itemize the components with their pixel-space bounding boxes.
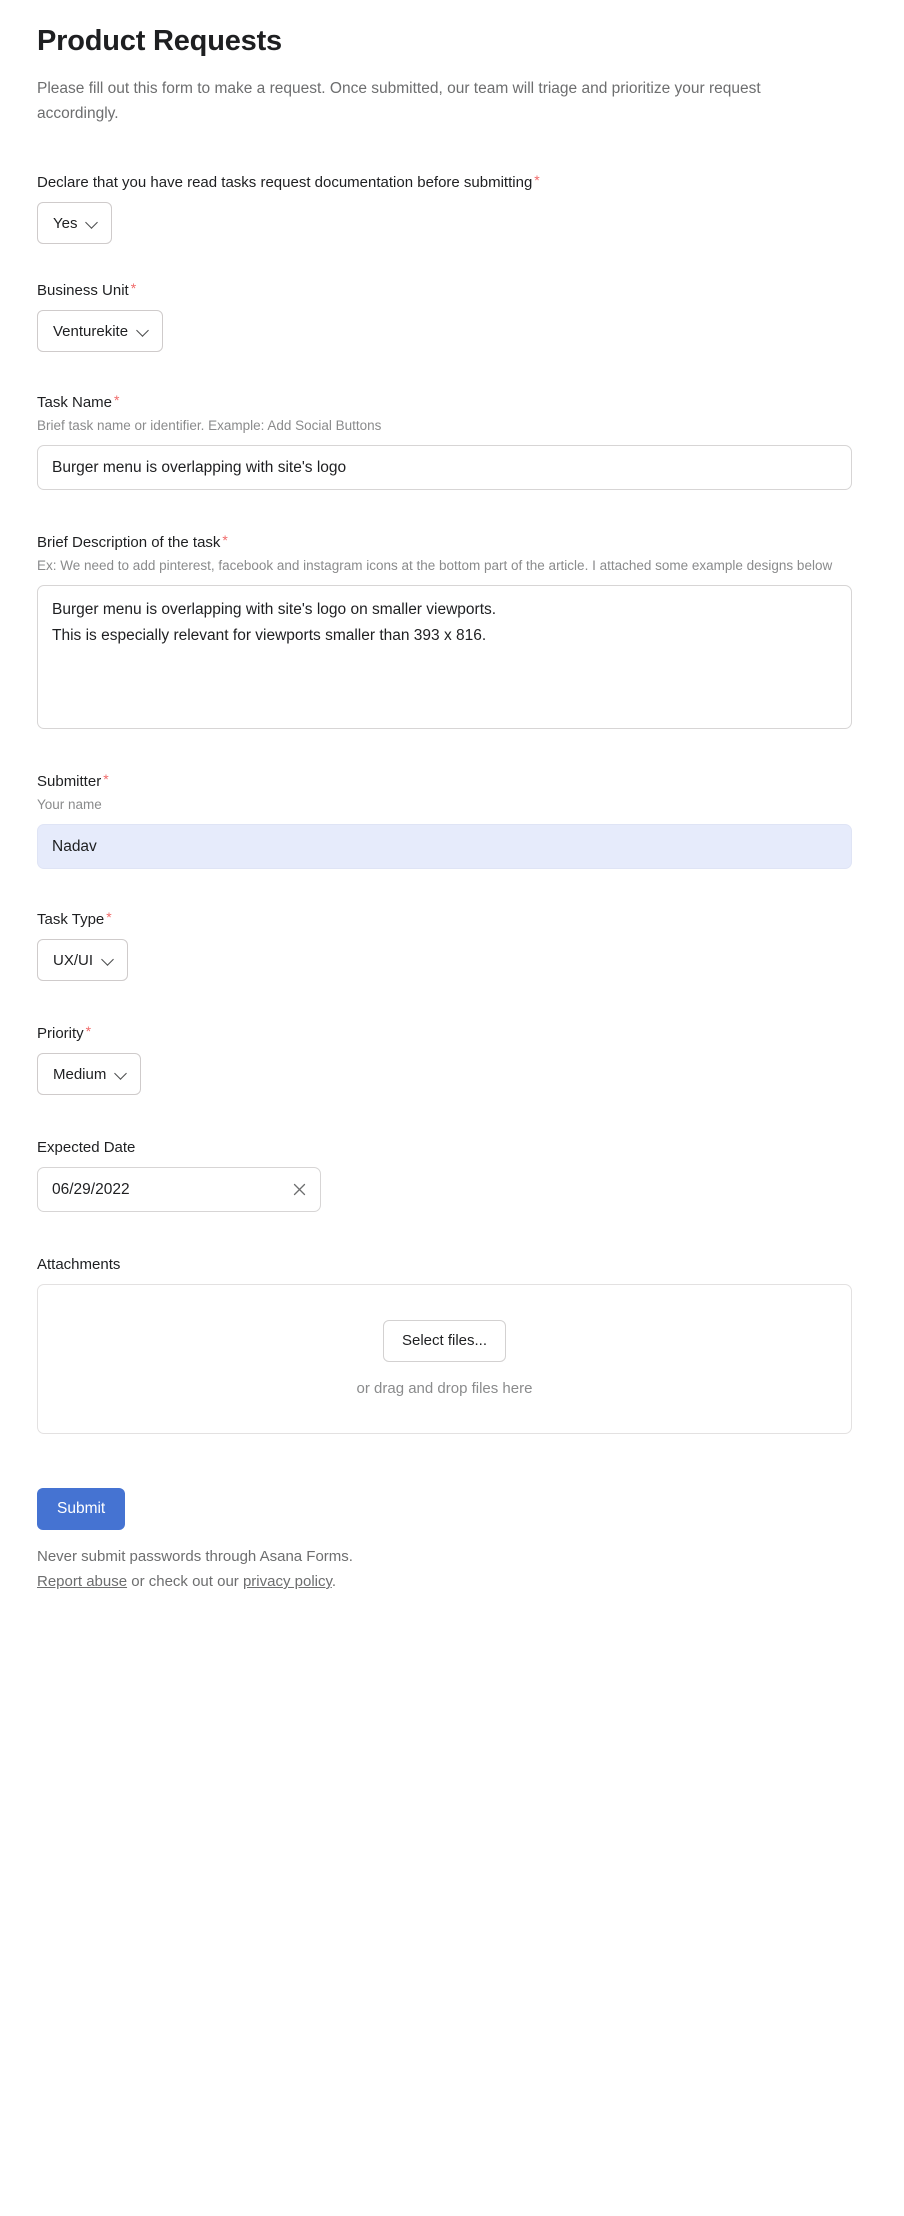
privacy-policy-link[interactable]: privacy policy [243, 1573, 332, 1590]
field-task-name-label: Task Name * [37, 392, 867, 413]
page-title: Product Requests [37, 25, 282, 57]
field-expected-date: Expected Date [37, 1137, 867, 1212]
field-business-unit-label-text: Business Unit [37, 282, 129, 299]
required-asterisk: * [534, 172, 540, 188]
report-abuse-link[interactable]: Report abuse [37, 1573, 127, 1590]
submitter-input[interactable] [37, 824, 852, 869]
required-asterisk: * [103, 771, 109, 787]
required-asterisk: * [85, 1023, 92, 1039]
chevron-down-icon [137, 325, 149, 337]
required-asterisk: * [114, 392, 120, 408]
footer-links-line: Report abuse or check out our privacy po… [37, 1569, 867, 1594]
task-type-select[interactable]: UX/UI [37, 939, 129, 981]
field-expected-date-label: Expected Date [37, 1137, 867, 1158]
field-declare: Declare that you have read tasks request… [37, 172, 867, 244]
chevron-down-icon [115, 1068, 127, 1080]
field-declare-label-text: Declare that you have read tasks request… [37, 174, 533, 191]
required-asterisk: * [130, 280, 137, 296]
field-attachments: Attachments Select files... or drag and … [37, 1254, 867, 1434]
footer-period: . [331, 1573, 337, 1590]
priority-select[interactable]: Medium [37, 1053, 142, 1095]
field-task-name-hint: Brief task name or identifier. Example: … [37, 418, 382, 433]
field-submitter-label-text: Submitter [37, 773, 102, 790]
task-name-input[interactable] [37, 445, 852, 490]
field-business-unit-label: Business Unit * [37, 280, 867, 301]
chevron-down-icon [86, 217, 98, 229]
footer-middle-text: or check out our [127, 1573, 243, 1590]
field-task-type-label: Task Type * [37, 909, 867, 930]
expected-date-input[interactable] [37, 1167, 321, 1212]
field-description-label: Brief Description of the task * [37, 532, 867, 553]
field-priority-label-text: Priority [37, 1025, 84, 1042]
required-asterisk: * [222, 532, 228, 548]
field-description-hint: Ex: We need to add pinterest, facebook a… [37, 558, 833, 573]
declare-select[interactable]: Yes [37, 202, 113, 244]
field-business-unit: Business Unit * Venturekite [37, 280, 867, 352]
required-asterisk: * [106, 909, 112, 925]
field-description: Brief Description of the task * Ex: We ne… [37, 532, 867, 729]
business-unit-select[interactable]: Venturekite [37, 310, 164, 352]
description-textarea[interactable]: Burger menu is overlapping with site's l… [37, 585, 852, 729]
field-attachments-label: Attachments [37, 1254, 867, 1275]
field-expected-date-label-text: Expected Date [37, 1139, 136, 1156]
close-icon[interactable] [288, 1167, 310, 1212]
field-priority-label: Priority * [37, 1023, 867, 1044]
task-type-select-value: UX/UI [53, 951, 94, 969]
product-requests-form: Product Requests Please fill out this fo… [0, 0, 904, 1594]
form-subtitle: Please fill out this form to make a requ… [37, 80, 761, 122]
field-task-name-label-text: Task Name [37, 394, 113, 411]
chevron-down-icon [102, 954, 114, 966]
submit-button[interactable]: Submit [37, 1488, 126, 1530]
field-priority: Priority * Medium [37, 1023, 867, 1095]
field-declare-label: Declare that you have read tasks request… [37, 172, 867, 193]
field-submitter-hint: Your name [37, 797, 102, 812]
field-submitter-label: Submitter * [37, 771, 867, 792]
attachments-dropzone[interactable]: Select files... or drag and drop files h… [37, 1284, 852, 1434]
field-description-label-text: Brief Description of the task [37, 534, 221, 551]
business-unit-select-value: Venturekite [53, 322, 129, 340]
declare-select-value: Yes [53, 214, 78, 232]
footer-notice: Never submit passwords through Asana For… [37, 1544, 867, 1594]
select-files-button[interactable]: Select files... [382, 1319, 507, 1362]
priority-select-value: Medium [53, 1065, 107, 1083]
field-task-type: Task Type * UX/UI [37, 909, 867, 981]
drag-drop-hint: or drag and drop files here [356, 1379, 533, 1397]
footer-password-notice: Never submit passwords through Asana For… [37, 1548, 353, 1565]
field-submitter: Submitter * Your name [37, 771, 867, 869]
field-task-name: Task Name * Brief task name or identifier… [37, 392, 867, 490]
expected-date-field [37, 1167, 321, 1212]
field-task-type-label-text: Task Type [37, 911, 105, 928]
field-attachments-label-text: Attachments [37, 1256, 121, 1273]
